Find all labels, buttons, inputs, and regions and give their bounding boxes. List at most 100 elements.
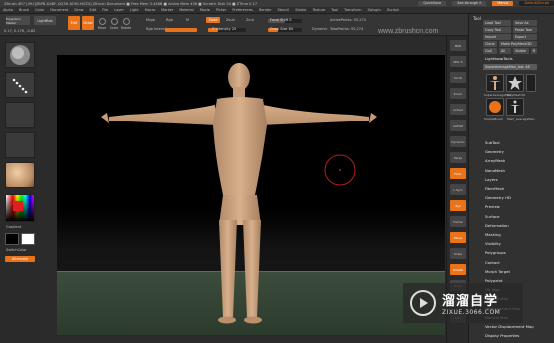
gradient-label[interactable]: Gradient xyxy=(6,225,21,229)
section-deformation[interactable]: Deformation xyxy=(485,223,509,228)
menu-draw[interactable]: Draw xyxy=(71,8,86,12)
section-display-properties[interactable]: Display Properties xyxy=(485,333,519,338)
section-contact[interactable]: Contact xyxy=(485,260,500,265)
goz-button[interactable]: GoZ xyxy=(483,48,497,54)
shelf-aahalf-button[interactable]: AAHalf xyxy=(450,120,466,131)
section-subtool[interactable]: SubTool xyxy=(485,140,500,145)
section-geometry-hd[interactable]: Geometry HD xyxy=(485,195,511,200)
draw-button[interactable]: Draw xyxy=(82,16,94,30)
section-geometry[interactable]: Geometry xyxy=(485,149,504,154)
menu-stencil[interactable]: Stencil xyxy=(274,8,292,12)
section-preview[interactable]: Preview xyxy=(485,204,500,209)
shelf-persp-button[interactable]: Persp xyxy=(450,152,466,163)
m-button[interactable]: M xyxy=(186,18,189,22)
shelf-floor-button[interactable]: Floor xyxy=(450,168,466,179)
section-layers[interactable]: Layers xyxy=(485,177,498,182)
visible-button[interactable]: Visible xyxy=(513,48,529,54)
all-button[interactable]: All xyxy=(499,48,511,54)
section-fibermesh[interactable]: FiberMesh xyxy=(485,186,504,191)
current-tool-slider[interactable]: SuperAverageMan_low. 48 xyxy=(483,64,537,70)
alternate-button[interactable]: Alternate xyxy=(5,256,35,262)
menu-zscript[interactable]: Zscript xyxy=(384,8,402,12)
r-button[interactable]: R xyxy=(531,48,537,54)
copy-tool-button[interactable]: Copy Tool xyxy=(483,27,511,33)
menu-texture[interactable]: Texture xyxy=(309,8,328,12)
lightbox-button[interactable]: LightBox xyxy=(34,16,56,25)
zadd-button[interactable]: Zadd xyxy=(206,17,220,23)
export-button[interactable]: Export xyxy=(513,34,537,40)
menu-marker[interactable]: Marker xyxy=(158,8,176,12)
rotate-button[interactable]: Rotate xyxy=(121,16,131,30)
menu-color[interactable]: Color xyxy=(32,8,47,12)
lightbox-tools-button[interactable]: Lightbox▸Tools xyxy=(485,56,513,61)
rgb-button[interactable]: Rgb xyxy=(166,18,173,22)
brush-selector[interactable] xyxy=(5,42,35,68)
menu-tool[interactable]: Tool xyxy=(328,8,341,12)
menu-preferences[interactable]: Preferences xyxy=(229,8,256,12)
projection-master-button[interactable]: Projection Master xyxy=(6,16,30,25)
viewport-canvas[interactable] xyxy=(57,55,445,335)
section-arraymesh[interactable]: ArrayMesh xyxy=(485,158,505,163)
zsub-button[interactable]: Zsub xyxy=(226,18,235,22)
menus-button[interactable]: Menus xyxy=(492,1,514,6)
tool-thumb-superaverageman[interactable] xyxy=(486,74,504,92)
tool-thumb-polymesh3d[interactable] xyxy=(506,74,524,92)
section-nanomesh[interactable]: NanoMesh xyxy=(485,168,505,173)
shelf-xyz-button[interactable]: Xyz xyxy=(450,200,466,211)
menu-document[interactable]: Document xyxy=(47,8,71,12)
menu-alpha[interactable]: Alpha xyxy=(0,8,16,12)
section-polygroups[interactable]: Polygroups xyxy=(485,250,506,255)
tool-thumb-mem-averageman[interactable] xyxy=(506,98,524,116)
move-button[interactable]: Move xyxy=(97,16,107,30)
mrgb-button[interactable]: Mrgb xyxy=(146,18,155,22)
main-color-swatch[interactable] xyxy=(5,233,19,245)
rgb-intensity-slider[interactable] xyxy=(165,28,197,32)
paste-tool-button[interactable]: Paste Tool xyxy=(513,27,537,33)
edit-button[interactable]: Edit xyxy=(68,16,80,30)
menu-render[interactable]: Render xyxy=(256,8,274,12)
see-through-slider[interactable]: See-through 0 xyxy=(452,1,487,6)
section-masking[interactable]: Masking xyxy=(485,232,501,237)
shelf-move-button[interactable]: Move xyxy=(450,232,466,243)
menu-brush[interactable]: Brush xyxy=(16,8,32,12)
section-morph-target[interactable]: Morph Target xyxy=(485,269,510,274)
menu-macro[interactable]: Macro xyxy=(142,8,159,12)
make-polymesh3d-button[interactable]: Make PolyMesh3D xyxy=(499,41,537,47)
texture-selector[interactable] xyxy=(5,132,35,158)
menu-movie[interactable]: Movie xyxy=(197,8,213,12)
shelf-actual-button[interactable]: Actual xyxy=(450,104,466,115)
stroke-selector[interactable] xyxy=(5,72,35,98)
menu-transform[interactable]: Transform xyxy=(341,8,364,12)
menu-picker[interactable]: Picker xyxy=(213,8,229,12)
dynamic-button[interactable]: Dynamic xyxy=(312,27,327,31)
load-tool-button[interactable]: Load Tool xyxy=(483,20,511,26)
menu-edit[interactable]: Edit xyxy=(87,8,100,12)
menu-material[interactable]: Material xyxy=(176,8,196,12)
shelf-bpr-button[interactable]: BPR xyxy=(450,40,466,51)
shelf-scale-button[interactable]: Scale xyxy=(450,248,466,259)
section-visibility[interactable]: Visibility xyxy=(485,241,501,246)
scale-button[interactable]: Scale xyxy=(109,16,119,30)
menu-stroke[interactable]: Stroke xyxy=(292,8,309,12)
menu-zplugin[interactable]: Zplugin xyxy=(364,8,383,12)
section-vector-displacement-map[interactable]: Vector Displacement Map xyxy=(485,324,534,329)
shelf-frame-button[interactable]: Frame xyxy=(450,216,466,227)
import-button[interactable]: Import xyxy=(483,34,511,40)
section-surface[interactable]: Surface xyxy=(485,214,499,219)
clone-button[interactable]: Clone xyxy=(483,41,497,47)
secondary-color-swatch[interactable] xyxy=(21,233,35,245)
switch-color-button[interactable]: SwitchColor xyxy=(6,248,27,252)
tool-thumb-simplebrush[interactable] xyxy=(486,98,504,116)
shelf-zoom-button[interactable]: Zoom xyxy=(450,88,466,99)
material-selector[interactable] xyxy=(5,162,35,188)
alpha-selector[interactable] xyxy=(5,102,35,128)
zcut-button[interactable]: Zcut xyxy=(246,18,254,22)
shelf-scroll-button[interactable]: Scroll xyxy=(450,72,466,83)
tool-thumb-extra[interactable] xyxy=(526,74,536,92)
menu-file[interactable]: File xyxy=(99,8,111,12)
default-script-button[interactable]: DefaultZScript xyxy=(519,1,554,6)
shelf-spix-3-button[interactable]: SPix 3 xyxy=(450,56,466,67)
save-as-button[interactable]: Save As xyxy=(513,20,537,26)
menu-layer[interactable]: Layer xyxy=(111,8,127,12)
quicksave-button[interactable]: QuickSave xyxy=(418,1,447,6)
